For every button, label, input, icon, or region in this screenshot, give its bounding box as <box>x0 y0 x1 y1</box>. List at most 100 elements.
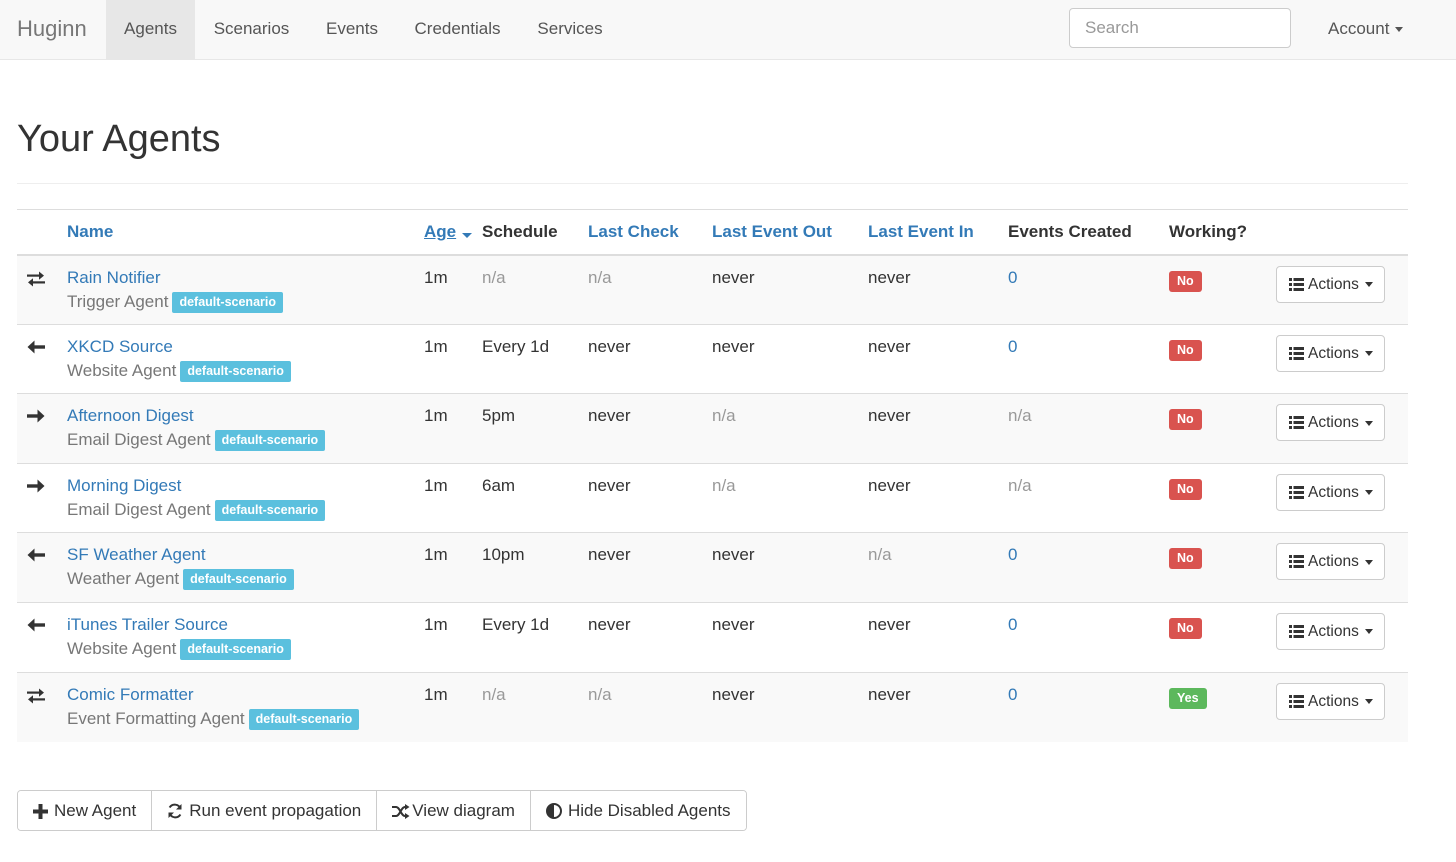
events-created-cell: 0 <box>1008 601 1169 673</box>
last-event-in-cell: never <box>868 393 1008 464</box>
agent-name-link[interactable]: Rain Notifier <box>67 268 424 288</box>
last-event-out-cell: n/a <box>712 393 868 464</box>
scenario-badge[interactable]: default-scenario <box>214 499 326 521</box>
header-working: Working? <box>1169 209 1276 256</box>
actions-label: Actions <box>1308 344 1359 362</box>
header-last-check[interactable]: Last Check <box>588 209 712 256</box>
random-icon <box>392 804 410 819</box>
view-diagram-button[interactable]: View diagram <box>376 791 530 830</box>
table-row: Afternoon Digest Email Digest Agent defaul… <box>17 393 1408 464</box>
actions-button[interactable]: Actions <box>1276 612 1385 650</box>
last-check-cell: n/a <box>588 254 712 325</box>
direction-cell <box>17 393 67 464</box>
table-row: Rain Notifier Trigger Agent default-scenar… <box>17 254 1408 325</box>
last-check-cell: never <box>588 532 712 603</box>
header-icon <box>17 209 67 256</box>
header-age[interactable]: Age <box>424 209 482 256</box>
schedule-cell: Every 1d <box>482 601 588 673</box>
actions-button[interactable]: Actions <box>1276 265 1385 303</box>
table-row: XKCD Source Website Agent default-scenario… <box>17 323 1408 394</box>
working-cell: No <box>1169 254 1276 325</box>
actions-button[interactable]: Actions <box>1276 334 1385 372</box>
age-cell: 1m <box>424 601 482 673</box>
brand-link[interactable]: Huginn <box>17 16 87 42</box>
actions-button[interactable]: Actions <box>1276 404 1385 442</box>
events-created-link[interactable]: 0 <box>1008 545 1017 564</box>
scenario-badge[interactable]: default-scenario <box>180 360 291 382</box>
actions-label: Actions <box>1308 692 1359 710</box>
status-badge: No <box>1169 339 1202 361</box>
hide-disabled-button[interactable]: Hide Disabled Agents <box>529 791 746 830</box>
nav-scenarios[interactable]: Scenarios <box>195 0 308 59</box>
account-label: Account <box>1328 19 1390 38</box>
plus-icon <box>33 804 48 819</box>
name-cell: Rain Notifier Trigger Agent default-scenar… <box>67 254 424 325</box>
new-agent-button[interactable]: New Agent <box>18 791 152 830</box>
table-row: Comic Formatter Event Formatting Agent def… <box>17 671 1408 742</box>
header-name[interactable]: Name <box>67 209 424 256</box>
actions-button[interactable]: Actions <box>1276 543 1385 581</box>
events-created-cell: 0 <box>1008 671 1169 742</box>
scenario-badge[interactable]: default-scenario <box>180 638 291 660</box>
search-input[interactable] <box>1069 8 1291 48</box>
agent-name-link[interactable]: Comic Formatter <box>67 685 424 705</box>
actions-cell: Actions <box>1276 393 1408 464</box>
scenario-badge[interactable]: default-scenario <box>214 430 326 452</box>
actions-button[interactable]: Actions <box>1276 473 1385 511</box>
direction-cell <box>17 601 67 673</box>
page-title: Your Agents <box>17 118 221 160</box>
agent-type: Event Formatting Agent <box>67 708 245 728</box>
chevron-down-icon <box>1364 559 1373 565</box>
last-event-out-cell: never <box>712 601 868 673</box>
agent-type: Email Digest Agent <box>67 499 211 519</box>
arrow-right-icon <box>27 409 67 423</box>
last-check-cell: never <box>588 601 712 673</box>
direction-cell <box>17 671 67 742</box>
events-created-link[interactable]: 0 <box>1008 337 1017 356</box>
header-last-event-in[interactable]: Last Event In <box>868 209 1008 256</box>
nav-services[interactable]: Services <box>519 0 621 59</box>
actions-button[interactable]: Actions <box>1276 682 1385 720</box>
events-created-link[interactable]: 0 <box>1008 685 1017 704</box>
last-event-in-cell: n/a <box>868 532 1008 603</box>
last-event-out-cell: never <box>712 323 868 394</box>
agent-name-link[interactable]: SF Weather Agent <box>67 545 424 565</box>
nav-agents[interactable]: Agents <box>106 0 195 59</box>
scenario-badge[interactable]: default-scenario <box>248 708 360 730</box>
adjust-icon <box>545 803 562 819</box>
nav-credentials[interactable]: Credentials <box>396 0 519 59</box>
status-badge: No <box>1169 548 1202 570</box>
header-last-event-out[interactable]: Last Event Out <box>712 209 868 256</box>
events-created-link[interactable]: 0 <box>1008 268 1017 287</box>
arrow-left-icon <box>27 548 67 562</box>
header-actions <box>1276 209 1408 256</box>
scenario-badge[interactable]: default-scenario <box>172 291 283 313</box>
status-badge: No <box>1169 478 1202 500</box>
account-dropdown[interactable]: Account <box>1328 0 1404 59</box>
agent-name-link[interactable]: Afternoon Digest <box>67 406 424 426</box>
working-cell: No <box>1169 393 1276 464</box>
nav-events[interactable]: Events <box>308 0 396 59</box>
agent-name-link[interactable]: iTunes Trailer Source <box>67 615 424 635</box>
name-cell: XKCD Source Website Agent default-scenario <box>67 323 424 394</box>
last-event-in-cell: never <box>868 462 1008 533</box>
age-cell: 1m <box>424 462 482 533</box>
run-propagation-button[interactable]: Run event propagation <box>151 791 377 830</box>
table-header-row: Name Age Schedule Last Check Last Event … <box>17 209 1408 256</box>
name-cell: Comic Formatter Event Formatting Agent def… <box>67 671 424 742</box>
scenario-badge[interactable]: default-scenario <box>183 569 294 591</box>
age-cell: 1m <box>424 393 482 464</box>
list-icon <box>1289 555 1304 569</box>
events-created-link[interactable]: 0 <box>1008 615 1017 634</box>
actions-cell: Actions <box>1276 254 1408 325</box>
actions-label: Actions <box>1308 414 1359 432</box>
agent-type: Weather Agent <box>67 569 180 589</box>
agent-type: Email Digest Agent <box>67 430 211 450</box>
name-cell: Afternoon Digest Email Digest Agent defaul… <box>67 393 424 464</box>
agent-name-link[interactable]: XKCD Source <box>67 337 424 357</box>
agent-name-link[interactable]: Morning Digest <box>67 476 424 496</box>
status-badge: No <box>1169 270 1202 292</box>
last-event-in-cell: never <box>868 671 1008 742</box>
last-event-out-cell: never <box>712 532 868 603</box>
last-check-cell: never <box>588 323 712 394</box>
